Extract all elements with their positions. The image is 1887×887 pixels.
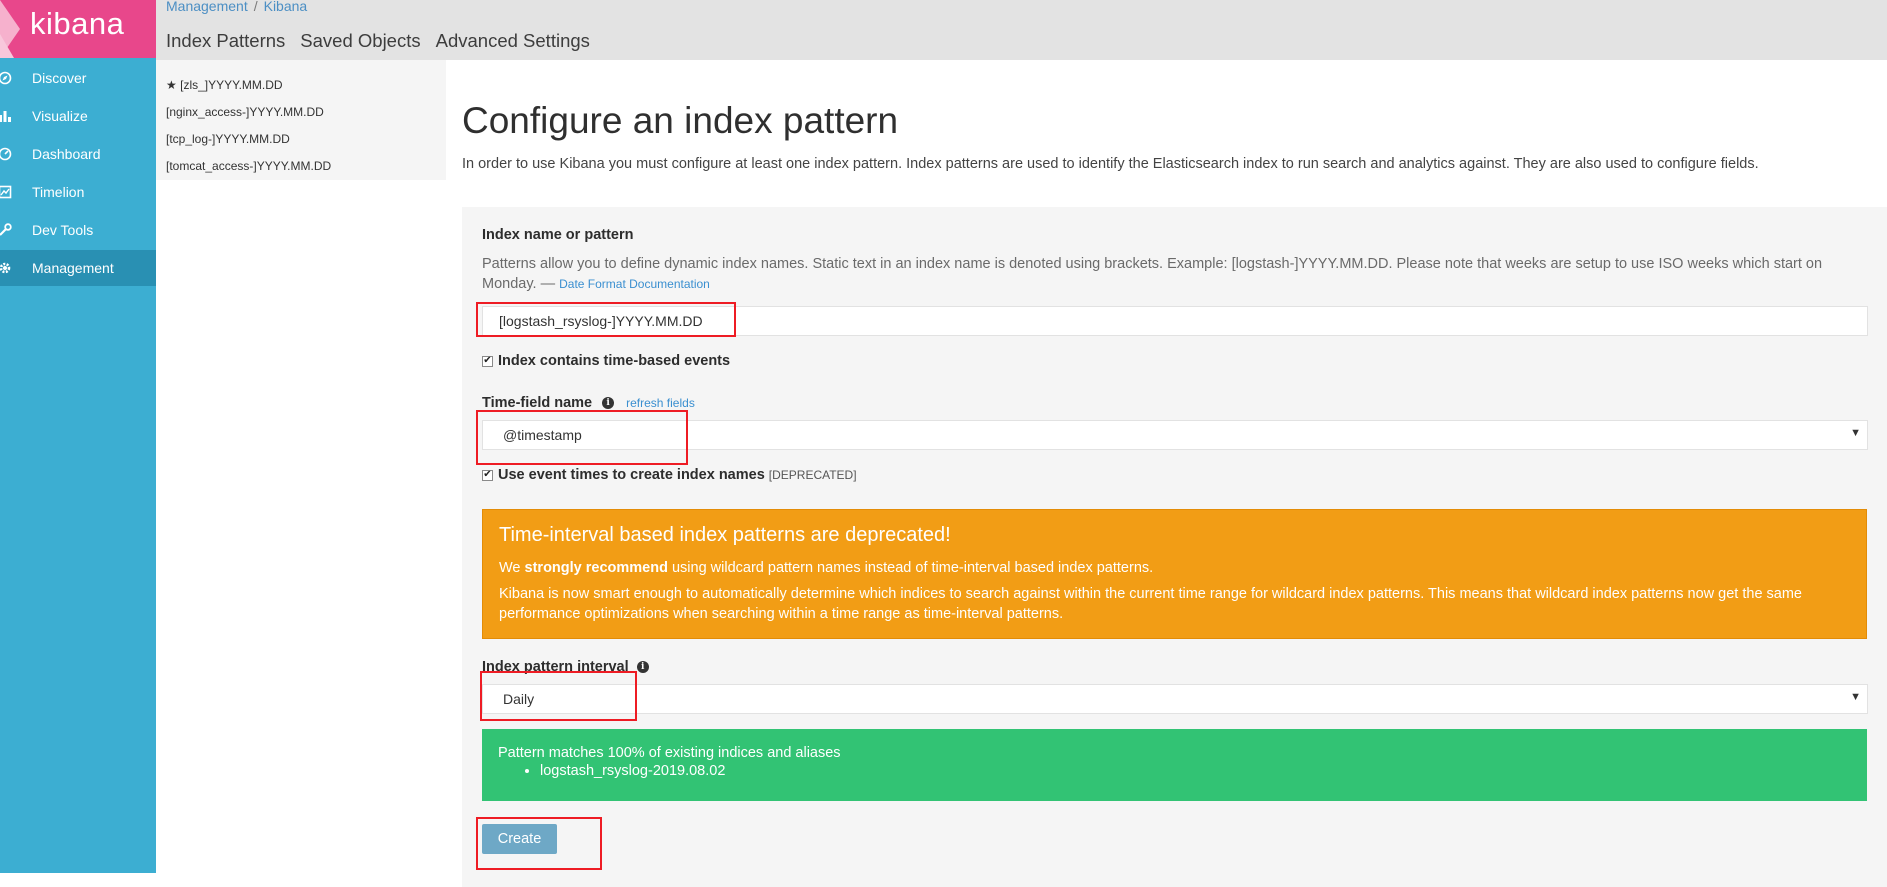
breadcrumb: Management / Kibana <box>166 0 307 14</box>
wrench-icon <box>0 223 12 237</box>
time-based-events-checkbox[interactable]: ✔ Index contains time-based events <box>482 353 730 369</box>
dashboard-icon <box>0 147 12 161</box>
interval-select[interactable]: Daily ▼ <box>482 684 1868 714</box>
index-pattern-item-default[interactable]: ★ [zls_]YYYY.MM.DD <box>166 78 283 92</box>
nav-item-dashboard[interactable]: Dashboard <box>0 136 156 172</box>
info-icon[interactable]: i <box>636 661 649 673</box>
checkbox-label: Index contains time-based events <box>498 353 731 369</box>
index-pattern-list: ★ [zls_]YYYY.MM.DD [nginx_access-]YYYY.M… <box>156 60 446 180</box>
index-pattern-form: Index name or pattern Patterns allow you… <box>462 207 1887 887</box>
compass-icon <box>0 71 12 85</box>
timelion-icon <box>0 185 12 199</box>
nav-item-label: Visualize <box>32 108 88 124</box>
warning-line-1: We strongly recommend using wildcard pat… <box>499 560 1153 576</box>
warning-line-1-suffix: using wildcard pattern names instead of … <box>671 560 1154 576</box>
star-icon: ★ <box>166 78 177 92</box>
tab-saved-objects[interactable]: Saved Objects <box>300 30 420 52</box>
matched-index-item: logstash_rsyslog-2019.08.02 <box>540 763 725 779</box>
index-name-help: Patterns allow you to define dynamic ind… <box>482 254 1872 294</box>
index-pattern-item[interactable]: [tcp_log-]YYYY.MM.DD <box>166 132 290 146</box>
index-name-label: Index name or pattern <box>482 227 634 243</box>
nav-item-discover[interactable]: Discover <box>0 60 156 96</box>
pattern-match-success: Pattern matches 100% of existing indices… <box>482 729 1867 801</box>
index-pattern-label: [zls_]YYYY.MM.DD <box>180 78 283 92</box>
time-field-label-row: Time-field name i refresh fields <box>482 395 695 411</box>
breadcrumb-kibana-link[interactable]: Kibana <box>264 0 308 14</box>
time-field-label: Time-field name <box>482 395 593 411</box>
index-pattern-item[interactable]: [tomcat_access-]YYYY.MM.DD <box>166 159 331 173</box>
date-format-doc-link[interactable]: Date Format Documentation <box>559 277 710 291</box>
nav-item-management[interactable]: Management <box>0 250 156 286</box>
success-message: Pattern matches 100% of existing indices… <box>498 745 841 761</box>
info-icon[interactable]: i <box>602 397 615 409</box>
index-name-input[interactable]: [logstash_rsyslog-]YYYY.MM.DD <box>482 306 1868 336</box>
checkbox-label: Use event times to create index names <box>498 467 765 483</box>
top-bar: Management / Kibana Index Patterns Saved O… <box>156 0 1887 60</box>
matched-indices-list: logstash_rsyslog-2019.08.02 <box>522 763 725 779</box>
nav-item-dev-tools[interactable]: Dev Tools <box>0 212 156 248</box>
nav-item-label: Dev Tools <box>32 222 94 238</box>
page-title: Configure an index pattern <box>462 100 899 141</box>
kibana-logo[interactable]: kibana <box>0 0 156 58</box>
logo-text: kibana <box>30 6 125 41</box>
checkbox-checked-icon: ✔ <box>482 469 493 481</box>
chevron-down-icon: ▼ <box>1850 691 1861 703</box>
gear-icon <box>0 261 12 275</box>
main-content: Configure an index pattern In order to u… <box>446 60 1887 887</box>
nav-item-label: Discover <box>32 70 87 86</box>
interval-selected-value: Daily <box>503 691 535 707</box>
page-intro: In order to use Kibana you must configur… <box>462 156 1759 172</box>
deprecated-tag: [DEPRECATED] <box>768 468 857 482</box>
warning-title: Time-interval based index patterns are d… <box>499 524 951 546</box>
deprecation-warning: Time-interval based index patterns are d… <box>482 509 1867 639</box>
management-tabs: Index Patterns Saved Objects Advanced Se… <box>166 30 605 52</box>
tab-index-patterns[interactable]: Index Patterns <box>166 30 285 52</box>
warning-line-2: Kibana is now smart enough to automatica… <box>499 586 1802 622</box>
create-button[interactable]: Create <box>482 824 557 854</box>
nav-item-label: Dashboard <box>32 146 101 162</box>
nav-item-visualize[interactable]: Visualize <box>0 98 156 134</box>
index-pattern-item[interactable]: [nginx_access-]YYYY.MM.DD <box>166 105 324 119</box>
nav-item-label: Timelion <box>32 184 85 200</box>
nav-item-timelion[interactable]: Timelion <box>0 174 156 210</box>
breadcrumb-separator: / <box>253 0 258 14</box>
side-navigation: kibana Discover Visualize Dashboard Time… <box>0 0 156 873</box>
tab-advanced-settings[interactable]: Advanced Settings <box>436 30 590 52</box>
event-times-checkbox[interactable]: ✔ Use event times to create index names … <box>482 467 857 483</box>
time-field-select[interactable]: @timestamp ▼ <box>482 420 1868 450</box>
warning-line-1-strong: strongly recommend <box>524 560 668 576</box>
interval-label: Index pattern interval <box>482 659 629 675</box>
refresh-fields-link[interactable]: refresh fields <box>626 396 695 410</box>
time-field-selected-value: @timestamp <box>503 427 582 443</box>
nav-item-label: Management <box>32 260 114 276</box>
chevron-down-icon: ▼ <box>1850 427 1861 439</box>
bar-chart-icon <box>0 109 12 123</box>
checkbox-checked-icon: ✔ <box>482 355 493 367</box>
breadcrumb-management-link[interactable]: Management <box>166 0 248 14</box>
warning-line-1-prefix: We <box>499 560 521 576</box>
interval-label-row: Index pattern interval i <box>482 659 649 675</box>
